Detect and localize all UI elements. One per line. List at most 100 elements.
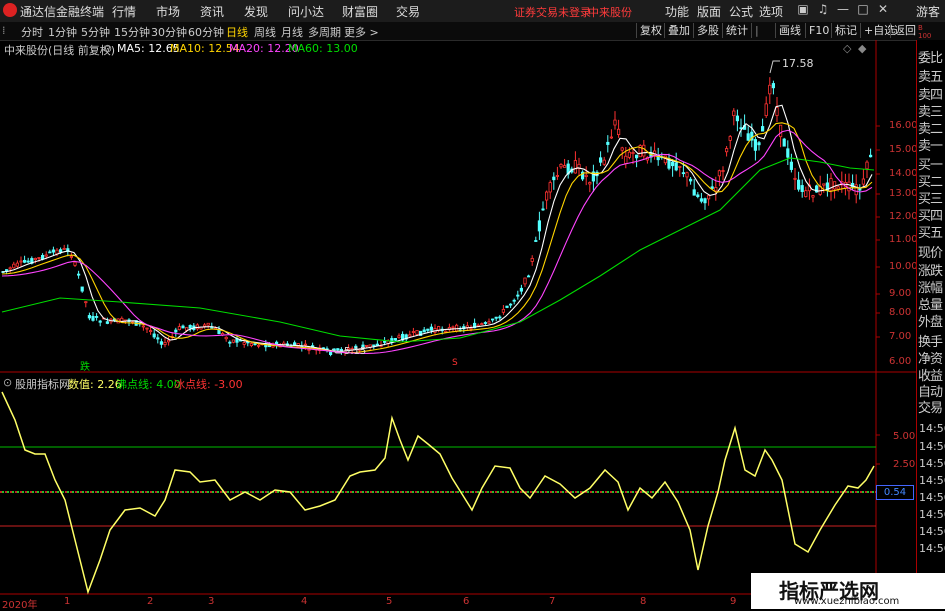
menu-market[interactable]: 市场 [156, 3, 180, 20]
candle-body [48, 251, 52, 254]
period-multi[interactable]: 多周期 [308, 24, 341, 40]
toolbar-draw[interactable]: 画线 [775, 23, 804, 38]
candle-body [174, 329, 178, 333]
candle-body [490, 318, 495, 321]
minimize-icon[interactable]: — [836, 2, 850, 18]
candle-body [779, 124, 783, 138]
candle-body [393, 338, 398, 341]
sidebar-item[interactable]: 卖一 [918, 135, 945, 154]
bell-icon[interactable]: ♫ [816, 2, 830, 18]
candle-body [372, 344, 376, 347]
candle-body [699, 198, 704, 202]
candle-body [584, 174, 588, 177]
menu-wealth[interactable]: 财富圈 [342, 3, 378, 20]
menu-trade[interactable]: 交易 [396, 3, 420, 20]
expand-icon[interactable]: ◆ [858, 42, 866, 55]
candle-body [721, 170, 725, 172]
restore-icon[interactable]: □ [856, 2, 870, 18]
s-signal: S [452, 358, 458, 368]
candle-body [559, 164, 563, 168]
y-tick: 15.00 [889, 144, 918, 155]
menu-ask[interactable]: 问小达 [288, 3, 324, 20]
toolbar-adjust[interactable]: 复权 [636, 23, 665, 38]
date-label: 3 [208, 596, 215, 607]
toolbar-back[interactable]: 返回 [890, 23, 919, 38]
tick-time: 14:56 [919, 508, 945, 521]
chart-canvas[interactable] [0, 40, 916, 609]
dropdown-icon[interactable]: ⊙ [103, 42, 112, 55]
period-more[interactable]: 更多 > [344, 24, 379, 40]
candle-body [206, 322, 210, 326]
period-1min[interactable]: 1分钟 [48, 24, 77, 40]
menu-news[interactable]: 资讯 [200, 3, 224, 20]
candle-body [19, 260, 23, 263]
sidebar-item[interactable]: 买五 [918, 222, 945, 241]
sidebar-item[interactable]: 收益 [918, 365, 945, 384]
candle-body [105, 321, 109, 324]
period-5min[interactable]: 5分钟 [81, 24, 110, 40]
menu-quotes[interactable]: 行情 [112, 3, 136, 20]
login-status[interactable]: 证券交易未登录 [514, 4, 591, 20]
candle-body [148, 330, 153, 332]
tick-time: 14:56 [919, 457, 945, 470]
candle-body [519, 287, 524, 292]
candle-body [501, 308, 506, 313]
app-logo-icon [3, 3, 17, 17]
candle-body [382, 341, 387, 343]
menu-formula[interactable]: 公式 [729, 3, 753, 20]
candle-body [224, 336, 228, 340]
candle-body [530, 258, 534, 262]
candle-body [714, 187, 718, 192]
sidebar-item[interactable]: 外盘 [918, 311, 945, 330]
ma5-line [1, 104, 873, 352]
toolbar-overlay[interactable]: 叠加 [664, 23, 693, 38]
period-daily[interactable]: 日线 [226, 24, 248, 40]
menu-options[interactable]: 选项 [759, 3, 783, 20]
candle-body [256, 344, 261, 347]
auto-trade-button[interactable]: 自动交易 [918, 385, 945, 417]
indicator-dropdown-icon[interactable]: ⊙ [3, 376, 12, 389]
candle-body [548, 182, 552, 193]
period-15min[interactable]: 15分钟 [114, 24, 150, 40]
toolbar-mark[interactable]: 标记 [831, 23, 860, 38]
user-label[interactable]: 游客 [916, 3, 940, 20]
period-monthly[interactable]: 月线 [281, 24, 303, 40]
menu-function[interactable]: 功能 [665, 3, 689, 20]
skin-icon[interactable]: ▣ [796, 2, 810, 18]
candle-body [753, 139, 758, 151]
candle-body [606, 141, 610, 145]
sidebar-item[interactable]: 委比 [918, 47, 945, 66]
fall-signal: 跌 [80, 362, 90, 373]
toolbar-multistock[interactable]: 多股 [693, 23, 722, 38]
toolbar-f10[interactable]: F10 [805, 23, 832, 38]
period-30min[interactable]: 30分钟 [151, 24, 187, 40]
sidebar-item[interactable]: 现价 [918, 242, 945, 261]
candle-body [789, 161, 794, 170]
candle-body [782, 138, 786, 147]
candle-body [681, 172, 686, 175]
candle-body [397, 335, 401, 338]
menu-layout[interactable]: 版面 [697, 3, 721, 20]
sidebar-item[interactable]: 卖五 [918, 66, 945, 85]
period-60min[interactable]: 60分钟 [188, 24, 224, 40]
candle-body [228, 341, 232, 344]
candle-body [328, 351, 333, 355]
pin-icon[interactable]: ◇ [843, 42, 851, 55]
candle-body [166, 339, 171, 343]
candle-body [33, 257, 38, 261]
candle-body [51, 249, 56, 253]
close-icon[interactable]: ✕ [876, 2, 890, 18]
candle-body [145, 327, 149, 330]
candle-body [426, 328, 430, 331]
period-weekly[interactable]: 周线 [254, 24, 276, 40]
candle-body [793, 177, 797, 180]
period-intraday[interactable]: 分时 [21, 24, 43, 40]
candle-body [689, 178, 693, 182]
candle-body [505, 305, 509, 308]
candle-body [822, 183, 826, 186]
candle-body [69, 255, 73, 258]
toolbar-stats[interactable]: 统计 [722, 23, 751, 38]
ice-line-label: 冰点线: -3.00 [174, 378, 243, 391]
candle-body [761, 126, 765, 132]
menu-discover[interactable]: 发现 [244, 3, 268, 20]
